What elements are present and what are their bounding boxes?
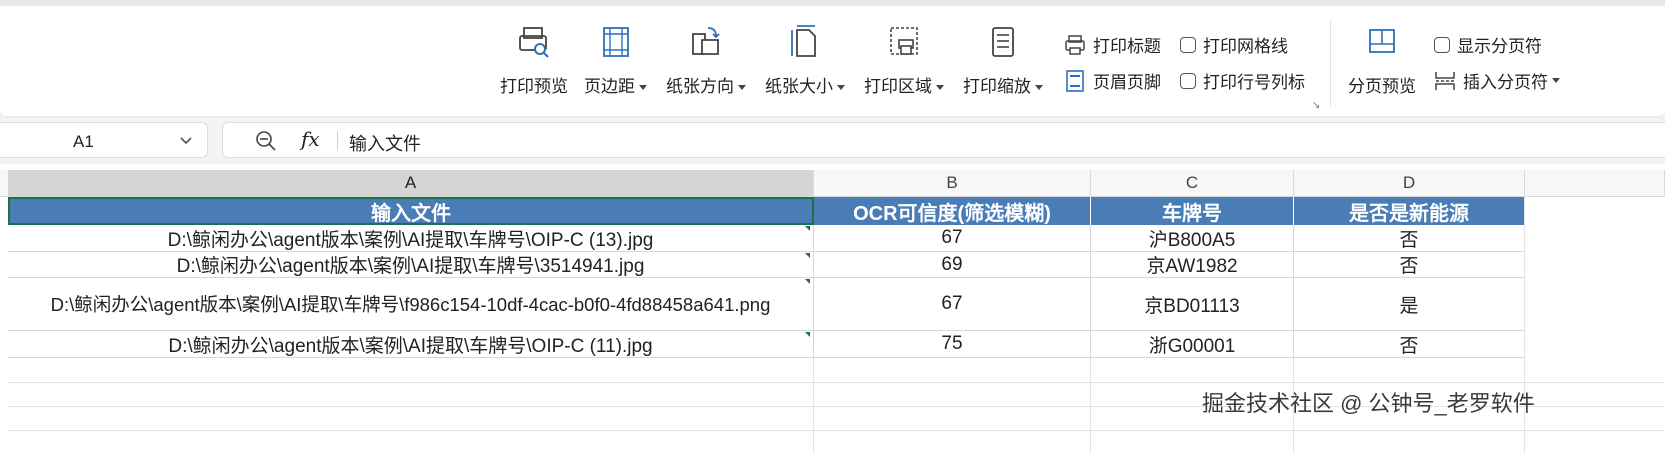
- print-scale-label: 打印缩放: [963, 77, 1031, 96]
- chevron-down-icon: [1035, 85, 1043, 91]
- print-scale-icon: [992, 27, 1014, 57]
- cell-input-file[interactable]: D:\鲸闲办公\agent版本\案例\AI提取\车牌号\OIP-C (13).j…: [8, 225, 814, 252]
- print-row-col-headers-label: 打印行号列标: [1203, 73, 1305, 92]
- cell-ocr-confidence[interactable]: 69: [814, 252, 1091, 278]
- cell-error-indicator[interactable]: [805, 332, 810, 337]
- print-titles-icon: [1065, 34, 1085, 55]
- cell-new-energy[interactable]: 否: [1294, 331, 1525, 358]
- paper-size-label: 纸张大小: [765, 77, 833, 96]
- checkbox-unchecked[interactable]: [1180, 36, 1196, 53]
- print-gridlines-label: 打印网格线: [1203, 37, 1288, 56]
- paper-size-icon: [791, 25, 816, 57]
- show-page-breaks-label: 显示分页符: [1457, 37, 1542, 56]
- column-header-a[interactable]: A: [8, 170, 814, 196]
- dialog-launcher-icon[interactable]: ↘: [1312, 100, 1320, 111]
- cell-input-file[interactable]: D:\鲸闲办公\agent版本\案例\AI提取\车牌号\OIP-C (11).j…: [8, 331, 814, 358]
- gridline: [8, 430, 1665, 431]
- cell-ocr-confidence[interactable]: 75: [814, 331, 1091, 358]
- cell-plate-number[interactable]: 浙G00001: [1091, 331, 1294, 358]
- margins-icon: [602, 27, 629, 57]
- chevron-down-icon: [738, 85, 746, 91]
- print-titles-button[interactable]: 打印标题: [1064, 32, 1161, 57]
- formula-value[interactable]: 输入文件: [349, 130, 421, 156]
- orientation-button[interactable]: 纸张方向: [666, 24, 746, 97]
- column-header-e[interactable]: [1525, 170, 1665, 196]
- page-orientation-icon: [692, 27, 720, 55]
- table-row: D:\鲸闲办公\agent版本\案例\AI提取\车牌号\OIP-C (13).j…: [8, 225, 1525, 252]
- paper-size-button[interactable]: 纸张大小: [765, 24, 845, 97]
- cell-plate-number[interactable]: 沪B800A5: [1091, 225, 1294, 252]
- table-row: D:\鲸闲办公\agent版本\案例\AI提取\车牌号\f986c154-10d…: [8, 278, 1525, 331]
- print-scale-button[interactable]: 打印缩放: [963, 24, 1043, 97]
- show-page-breaks-checkbox[interactable]: 显示分页符: [1434, 32, 1542, 57]
- chevron-down-icon: [639, 85, 647, 91]
- table-row: D:\鲸闲办公\agent版本\案例\AI提取\车牌号\3514941.jpg …: [8, 252, 1525, 278]
- watermark-text: 掘金技术社区 @ 公钟号_老罗软件: [1202, 391, 1535, 416]
- header-cell-ocr-confidence[interactable]: OCR可信度(筛选模糊): [814, 197, 1091, 225]
- checkbox-unchecked[interactable]: [1180, 72, 1196, 89]
- print-titles-label: 打印标题: [1093, 37, 1161, 56]
- margins-label: 页边距: [584, 77, 635, 96]
- chevron-down-icon: [1552, 78, 1560, 83]
- print-row-col-headers-checkbox[interactable]: 打印行号列标: [1180, 68, 1305, 93]
- cell-input-file[interactable]: D:\鲸闲办公\agent版本\案例\AI提取\车牌号\3514941.jpg: [8, 252, 814, 278]
- ribbon: 打印预览 页边距 纸张方向 纸张大小 打印区域 打印缩放 打印标题 页眉页脚 打…: [0, 0, 1665, 118]
- header-cell-new-energy[interactable]: 是否是新能源: [1294, 197, 1525, 225]
- print-gridlines-checkbox[interactable]: 打印网格线: [1180, 32, 1288, 57]
- ribbon-divider: [1330, 20, 1331, 106]
- page-break-preview-icon: [1369, 29, 1395, 53]
- cell-error-indicator[interactable]: [805, 253, 810, 258]
- formula-bar: A1 fx 输入文件: [0, 118, 1665, 164]
- gridline: [1090, 358, 1091, 454]
- name-box[interactable]: A1: [0, 122, 208, 158]
- page-layout-ribbon-panel: 打印预览 页边距 纸张方向 纸张大小 打印区域 打印缩放 打印标题 页眉页脚 打…: [0, 6, 1665, 116]
- print-area-label: 打印区域: [864, 77, 932, 96]
- cell-error-indicator[interactable]: [805, 279, 810, 284]
- column-header-b[interactable]: B: [814, 170, 1091, 196]
- orientation-label: 纸张方向: [666, 77, 734, 96]
- zoom-out-icon[interactable]: [255, 130, 277, 152]
- formula-input-box[interactable]: fx 输入文件: [222, 122, 1665, 158]
- cell-new-energy[interactable]: 是: [1294, 278, 1525, 331]
- cell-new-energy[interactable]: 否: [1294, 252, 1525, 278]
- insert-page-break-button[interactable]: 插入分页符: [1434, 68, 1560, 93]
- gridline: [813, 358, 814, 454]
- cell-input-file[interactable]: D:\鲸闲办公\agent版本\案例\AI提取\车牌号\f986c154-10d…: [8, 278, 814, 331]
- formula-divider: [337, 131, 338, 151]
- gridline: [8, 382, 1665, 383]
- insert-page-break-label: 插入分页符: [1463, 73, 1548, 92]
- header-footer-icon: [1066, 69, 1084, 92]
- cell-ocr-confidence[interactable]: 67: [814, 225, 1091, 252]
- print-preview-button[interactable]: 打印预览: [500, 24, 568, 97]
- print-area-icon: [890, 27, 918, 55]
- column-header-d[interactable]: D: [1294, 170, 1525, 196]
- margins-button[interactable]: 页边距: [584, 24, 647, 97]
- cell-plate-number[interactable]: 京BD01113: [1091, 278, 1294, 331]
- print-area-button[interactable]: 打印区域: [864, 24, 944, 97]
- header-footer-button[interactable]: 页眉页脚: [1064, 68, 1161, 93]
- header-footer-label: 页眉页脚: [1093, 73, 1161, 92]
- table-row: D:\鲸闲办公\agent版本\案例\AI提取\车牌号\OIP-C (11).j…: [8, 331, 1525, 358]
- cell-ocr-confidence[interactable]: 67: [814, 278, 1091, 331]
- header-cell-input-file[interactable]: 输入文件: [8, 197, 814, 225]
- print-preview-label: 打印预览: [500, 77, 568, 96]
- insert-page-break-icon: [1435, 71, 1455, 90]
- header-cell-plate-number[interactable]: 车牌号: [1091, 197, 1294, 225]
- checkbox-unchecked[interactable]: [1434, 36, 1450, 53]
- name-box-value: A1: [73, 132, 94, 151]
- chevron-down-icon[interactable]: [179, 136, 193, 146]
- print-preview-icon: [519, 27, 549, 58]
- cell-error-indicator[interactable]: [805, 226, 810, 231]
- chevron-down-icon: [936, 85, 944, 91]
- cell-new-energy[interactable]: 否: [1294, 225, 1525, 252]
- chevron-down-icon: [837, 85, 845, 91]
- cell-plate-number[interactable]: 京AW1982: [1091, 252, 1294, 278]
- table-header-row: 输入文件 OCR可信度(筛选模糊) 车牌号 是否是新能源: [8, 197, 1525, 225]
- column-header-c[interactable]: C: [1091, 170, 1294, 196]
- column-headers: A B C D: [0, 170, 1665, 197]
- page-break-preview-label: 分页预览: [1348, 77, 1416, 96]
- page-break-preview-button[interactable]: 分页预览: [1348, 24, 1416, 97]
- function-icon[interactable]: fx: [301, 127, 320, 151]
